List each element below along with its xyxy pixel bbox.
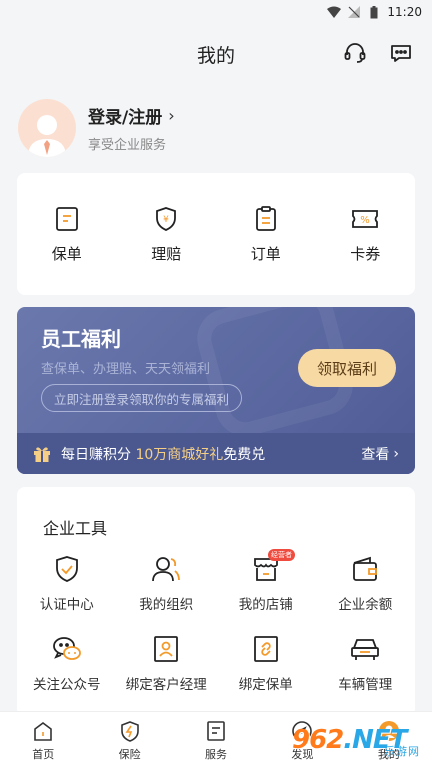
tool-label: 车辆管理 (338, 677, 393, 693)
tool-vehicle-management[interactable]: 车辆管理 (316, 633, 416, 693)
tab-label: 服务 (205, 748, 228, 761)
page-header: 我的 (0, 24, 432, 84)
tool-label: 企业余额 (338, 597, 393, 613)
tools-title: 企业工具 (43, 519, 108, 538)
employee-welfare-banner[interactable]: 员工福利 查保单、办理赔、天天领福利 立即注册登录领取你的专属福利 领取福利 每… (17, 307, 415, 474)
wechat-icon (51, 633, 83, 665)
profile-section[interactable]: 登录/注册 › 享受企业服务 (0, 84, 432, 164)
login-label: 登录/注册 (88, 108, 163, 128)
promo-highlight: 10万商城好礼 (135, 446, 224, 463)
wallet-icon (349, 553, 381, 585)
welfare-title: 员工福利 (41, 327, 121, 351)
tool-label: 我的组织 (139, 597, 194, 613)
chevron-right-icon: › (168, 106, 175, 125)
tool-my-organization[interactable]: 我的组织 (117, 553, 217, 613)
gift-icon (33, 445, 51, 463)
promo-prefix: 每日赚积分 (61, 446, 136, 463)
tool-bind-account-manager[interactable]: 绑定客户经理 (117, 633, 217, 693)
tab-home[interactable]: 首页 (0, 712, 86, 769)
tab-label: 保险 (118, 748, 141, 761)
claim-welfare-button[interactable]: 领取福利 (298, 349, 396, 387)
welfare-register-pill[interactable]: 立即注册登录领取你的专属福利 (41, 384, 243, 412)
tab-service[interactable]: 服务 (173, 712, 259, 769)
login-register-link[interactable]: 登录/注册 › (88, 103, 175, 128)
avatar[interactable] (18, 99, 76, 157)
page-title: 我的 (196, 44, 235, 67)
message-icon[interactable] (388, 40, 414, 66)
tool-label: 绑定保单 (238, 677, 293, 693)
points-promo-bar[interactable]: 每日赚积分 10万商城好礼免费兑 查看 › (17, 433, 415, 474)
wifi-icon (327, 5, 342, 19)
quick-actions-card: 保单 ¥ 理赔 订单 % 卡券 (17, 173, 415, 295)
tool-label: 绑定客户经理 (125, 677, 207, 693)
tab-label: 首页 (32, 748, 55, 761)
site-watermark: 962.NET 乐游网 (292, 713, 424, 767)
link-policy-icon (250, 633, 282, 665)
service-icon (204, 719, 228, 743)
tool-bind-policy[interactable]: 绑定保单 (216, 633, 316, 693)
chevron-right-icon: › (393, 445, 399, 462)
home-icon (31, 719, 55, 743)
customer-service-icon[interactable] (342, 40, 368, 66)
tool-label: 关注公众号 (33, 677, 101, 693)
policy-icon (53, 205, 81, 233)
coupon-icon: % (351, 205, 379, 233)
status-bar: 11:20 (0, 0, 432, 24)
watermark-sub: 乐游网 (384, 745, 420, 758)
shop-badge: 经营者 (268, 549, 295, 561)
order-icon (252, 205, 280, 233)
profile-subtitle: 享受企业服务 (88, 138, 167, 153)
certify-shield-icon (51, 553, 83, 585)
view-label: 查看 (361, 446, 390, 463)
watermark-logo-main: 962 (292, 725, 344, 755)
tab-insurance[interactable]: 保险 (86, 712, 172, 769)
points-promo-text: 每日赚积分 10万商城好礼免费兑 (61, 444, 265, 464)
tool-certification-center[interactable]: 认证中心 (17, 553, 117, 613)
signal-icon (347, 5, 361, 19)
view-link[interactable]: 查看 › (361, 444, 399, 464)
tool-follow-official-account[interactable]: 关注公众号 (17, 633, 117, 693)
quick-action-label: 订单 (250, 244, 281, 263)
enterprise-tools-card: 企业工具 认证中心 我的组织 经营者 我的店铺 企业余额 关注公众号 绑定客户经… (17, 487, 415, 717)
svg-text:¥: ¥ (163, 215, 169, 225)
quick-action-coupon[interactable]: % 卡券 (325, 205, 405, 264)
welfare-subtitle: 查保单、办理赔、天天领福利 (41, 362, 211, 377)
quick-action-policy[interactable]: 保单 (27, 205, 107, 264)
quick-action-label: 理赔 (151, 244, 182, 263)
tool-label: 我的店铺 (238, 597, 293, 613)
car-icon (349, 633, 381, 665)
organization-icon (150, 553, 182, 585)
promo-suffix: 免费兑 (223, 446, 266, 463)
tool-label: 认证中心 (39, 597, 94, 613)
tool-enterprise-balance[interactable]: 企业余额 (316, 553, 416, 613)
svg-text:%: % (360, 215, 370, 226)
tool-my-shop[interactable]: 经营者 我的店铺 (216, 549, 316, 613)
battery-icon (367, 5, 381, 19)
quick-action-label: 保单 (51, 244, 82, 263)
quick-action-claim[interactable]: ¥ 理赔 (126, 205, 206, 264)
quick-action-label: 卡券 (350, 244, 381, 263)
claim-shield-icon: ¥ (152, 205, 180, 233)
quick-action-order[interactable]: 订单 (226, 205, 306, 264)
status-time: 11:20 (387, 5, 422, 19)
manager-icon (150, 633, 182, 665)
insurance-icon (118, 719, 142, 743)
